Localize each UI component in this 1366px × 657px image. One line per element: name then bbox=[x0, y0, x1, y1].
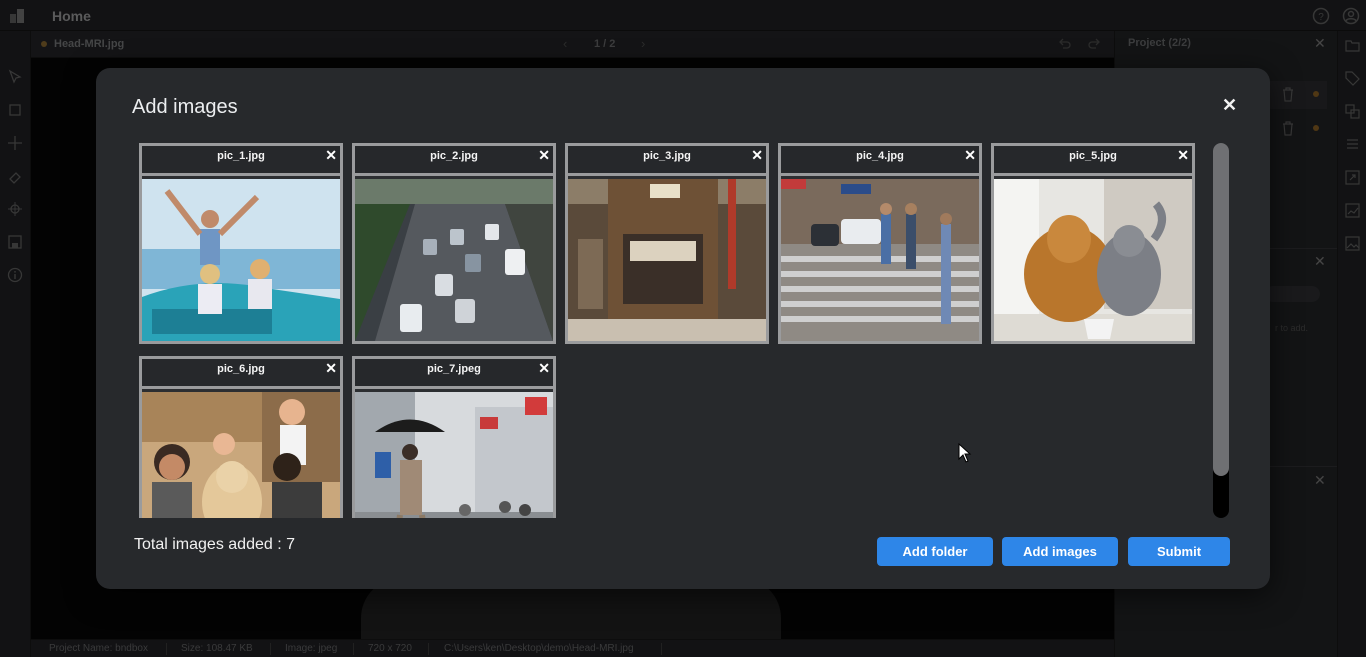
app-window: Home ? Head-MRI.jpg ‹ 1 / 2 › Project Na… bbox=[0, 0, 1366, 657]
image-thumbnail bbox=[142, 392, 340, 518]
image-card-header: pic_2.jpg ✕ bbox=[355, 146, 553, 176]
image-card[interactable]: pic_4.jpg ✕ bbox=[778, 143, 982, 344]
dialog-title: Add images bbox=[132, 96, 238, 118]
image-thumbnail bbox=[355, 392, 553, 518]
image-thumbnail bbox=[568, 179, 766, 341]
submit-button[interactable]: Submit bbox=[1128, 537, 1230, 566]
add-folder-button[interactable]: Add folder bbox=[877, 537, 993, 566]
image-thumbnail bbox=[355, 179, 553, 341]
image-card-header: pic_5.jpg ✕ bbox=[994, 146, 1192, 176]
add-images-button[interactable]: Add images bbox=[1002, 537, 1118, 566]
remove-image-icon[interactable]: ✕ bbox=[325, 360, 337, 376]
add-images-dialog: Add images ✕ pic_1.jpg ✕ pic_2.jpg ✕ pic… bbox=[96, 68, 1270, 589]
image-thumbnail bbox=[781, 179, 979, 341]
image-thumbnail bbox=[142, 179, 340, 341]
image-grid: pic_1.jpg ✕ pic_2.jpg ✕ pic_3.jpg ✕ pic_… bbox=[139, 143, 1209, 518]
image-card-filename: pic_5.jpg bbox=[1069, 150, 1117, 162]
mouse-cursor-icon bbox=[958, 443, 972, 463]
image-card[interactable]: pic_3.jpg ✕ bbox=[565, 143, 769, 344]
remove-image-icon[interactable]: ✕ bbox=[964, 147, 976, 163]
image-card[interactable]: pic_5.jpg ✕ bbox=[991, 143, 1195, 344]
image-card[interactable]: pic_7.jpeg ✕ bbox=[352, 356, 556, 518]
image-card-header: pic_7.jpeg ✕ bbox=[355, 359, 553, 389]
image-card-filename: pic_1.jpg bbox=[217, 150, 265, 162]
image-thumbnail bbox=[994, 179, 1192, 341]
image-card-filename: pic_4.jpg bbox=[856, 150, 904, 162]
image-card[interactable]: pic_1.jpg ✕ bbox=[139, 143, 343, 344]
image-card-header: pic_1.jpg ✕ bbox=[142, 146, 340, 176]
image-card-header: pic_4.jpg ✕ bbox=[781, 146, 979, 176]
scrollbar-thumb[interactable] bbox=[1213, 143, 1229, 476]
image-card-filename: pic_6.jpg bbox=[217, 363, 265, 375]
image-card[interactable]: pic_6.jpg ✕ bbox=[139, 356, 343, 518]
remove-image-icon[interactable]: ✕ bbox=[751, 147, 763, 163]
image-card-filename: pic_7.jpeg bbox=[427, 363, 481, 375]
remove-image-icon[interactable]: ✕ bbox=[538, 360, 550, 376]
image-card-filename: pic_2.jpg bbox=[430, 150, 478, 162]
remove-image-icon[interactable]: ✕ bbox=[1177, 147, 1189, 163]
image-card-header: pic_6.jpg ✕ bbox=[142, 359, 340, 389]
dialog-close-icon[interactable]: ✕ bbox=[1222, 95, 1237, 115]
remove-image-icon[interactable]: ✕ bbox=[325, 147, 337, 163]
remove-image-icon[interactable]: ✕ bbox=[538, 147, 550, 163]
image-card-header: pic_3.jpg ✕ bbox=[568, 146, 766, 176]
image-card-filename: pic_3.jpg bbox=[643, 150, 691, 162]
grid-scrollbar[interactable] bbox=[1213, 143, 1229, 518]
total-images-count: Total images added : 7 bbox=[134, 536, 295, 553]
image-card[interactable]: pic_2.jpg ✕ bbox=[352, 143, 556, 344]
